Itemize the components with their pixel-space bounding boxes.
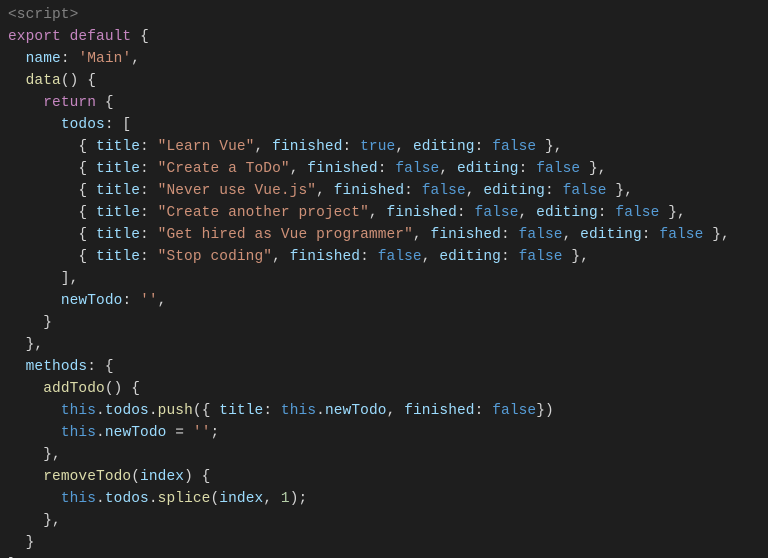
- prop-todos: todos: [61, 117, 105, 133]
- kw-return: return: [43, 95, 96, 111]
- name-value: 'Main': [78, 51, 131, 67]
- code-editor[interactable]: <script> export default { name: 'Main', …: [0, 0, 768, 558]
- kw-default: default: [70, 29, 132, 45]
- fn-addTodo: addTodo: [43, 381, 105, 397]
- prop-methods: methods: [26, 359, 88, 375]
- todo-lines: { title: "Learn Vue", finished: true, ed…: [8, 139, 730, 265]
- kw-export: export: [8, 29, 61, 45]
- prop-name: name: [26, 51, 61, 67]
- fn-data: data: [26, 73, 61, 89]
- prop-newTodo: newTodo: [61, 293, 123, 309]
- fn-removeTodo: removeTodo: [43, 469, 131, 485]
- newTodo-value: '': [140, 293, 158, 309]
- script-open-tag: <script>: [8, 7, 78, 23]
